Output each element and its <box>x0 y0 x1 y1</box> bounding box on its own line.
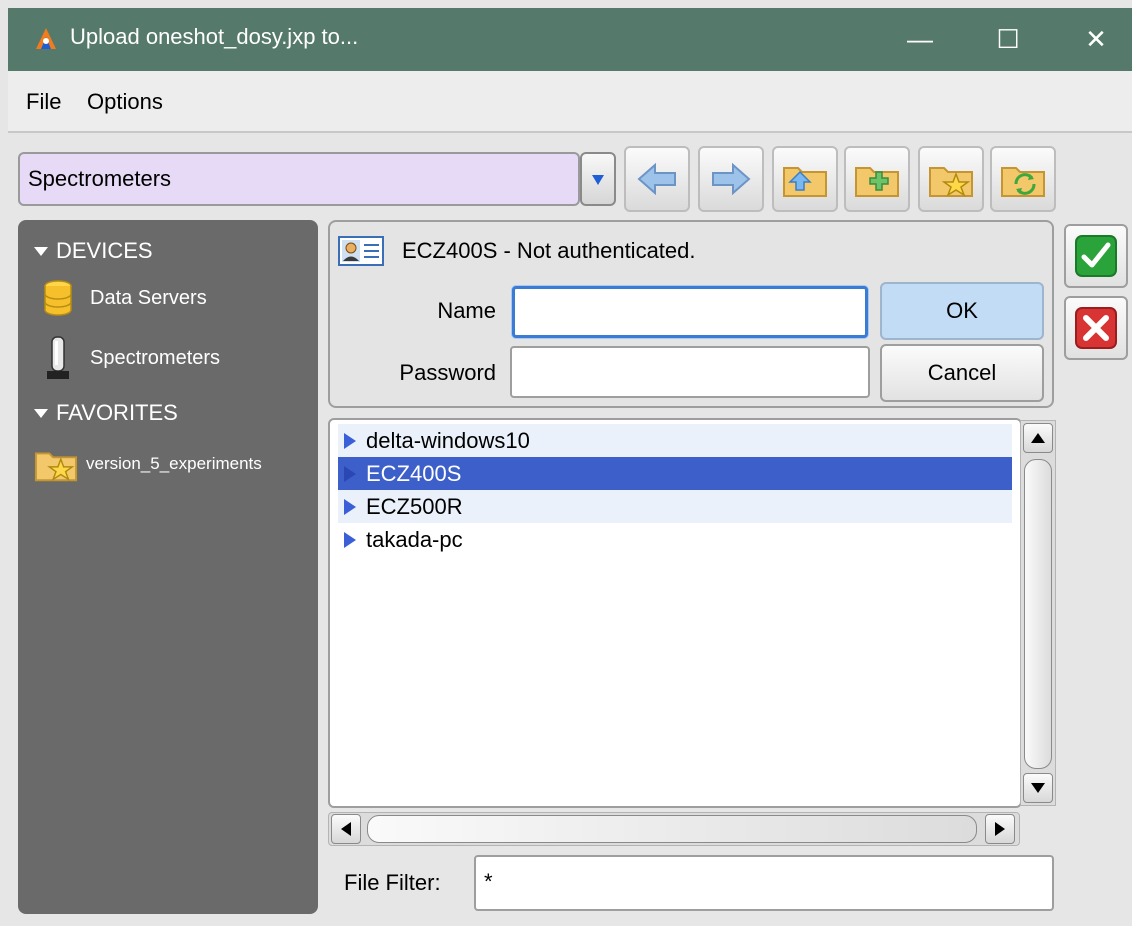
menu-bar: File Options <box>8 71 1132 133</box>
database-icon <box>40 278 76 318</box>
favorite-folder-icon <box>34 444 78 484</box>
title-bar: Upload oneshot_dosy.jxp to... — ☐ ✕ <box>8 8 1132 71</box>
expand-arrow-icon <box>344 531 356 548</box>
checkmark-icon <box>1075 235 1117 277</box>
password-label: Password <box>399 360 496 385</box>
menu-file[interactable]: File <box>26 89 61 115</box>
sidebar: DEVICES Data Servers Spectrometers FAVOR… <box>18 220 318 914</box>
ok-button[interactable]: OK <box>880 282 1044 340</box>
maximize-button[interactable]: ☐ <box>964 8 1052 71</box>
arrow-left-icon <box>341 822 351 836</box>
close-window-button[interactable]: ✕ <box>1052 8 1132 71</box>
arrow-up-icon <box>1031 433 1045 443</box>
expand-arrow-icon <box>344 465 356 482</box>
vertical-scrollbar[interactable] <box>1020 420 1056 806</box>
sidebar-header-devices[interactable]: DEVICES <box>34 238 153 264</box>
list-item[interactable]: ECZ500R <box>338 490 1012 523</box>
expand-arrow-icon <box>344 498 356 515</box>
file-filter-label: File Filter: <box>344 870 441 895</box>
close-icon: ✕ <box>1085 24 1107 54</box>
list-item[interactable]: takada-pc <box>338 523 1012 556</box>
cancel-button[interactable]: Cancel <box>880 344 1044 402</box>
scroll-up-button[interactable] <box>1023 423 1053 453</box>
auth-status-text: ECZ400S - Not authenticated. <box>402 238 696 263</box>
vertical-scroll-thumb[interactable] <box>1024 459 1052 769</box>
expand-arrow-icon <box>344 432 356 449</box>
arrow-right-icon <box>995 822 1005 836</box>
expand-triangle-icon <box>34 408 48 418</box>
folder-up-button[interactable] <box>772 146 838 212</box>
window-title: Upload oneshot_dosy.jxp to... <box>70 24 359 49</box>
name-label: Name <box>437 298 496 323</box>
back-arrow-icon <box>637 162 676 196</box>
location-dropdown-button[interactable] <box>580 152 616 206</box>
chevron-down-icon <box>592 175 604 185</box>
spectrometer-icon <box>40 336 76 379</box>
horizontal-scrollbar[interactable] <box>328 812 1020 846</box>
app-logo-icon <box>36 28 56 49</box>
sidebar-item-version-5-experiments[interactable]: version_5_experiments <box>34 444 262 484</box>
arrow-down-icon <box>1031 783 1045 793</box>
folder-up-icon <box>783 167 827 197</box>
minimize-icon: — <box>907 24 933 54</box>
file-list: delta-windows10 ECZ400S ECZ500R takada-p… <box>328 418 1022 808</box>
name-input[interactable] <box>512 286 868 338</box>
refresh-folder-icon <box>1001 167 1045 197</box>
list-item[interactable]: delta-windows10 <box>338 424 1012 457</box>
sidebar-header-favorites[interactable]: FAVORITES <box>34 400 178 426</box>
file-filter-input[interactable]: * <box>474 855 1054 911</box>
password-input[interactable] <box>510 346 870 398</box>
list-item-selected[interactable]: ECZ400S <box>338 457 1012 490</box>
minimize-button[interactable]: — <box>876 8 964 71</box>
menu-options[interactable]: Options <box>87 89 163 115</box>
scroll-down-button[interactable] <box>1023 773 1053 803</box>
maximize-icon: ☐ <box>996 24 1020 54</box>
location-value: Spectrometers <box>28 166 172 191</box>
favorite-folder-button[interactable] <box>918 146 984 212</box>
sidebar-item-spectrometers[interactable]: Spectrometers <box>40 336 220 379</box>
forward-arrow-icon <box>712 162 751 196</box>
forward-button[interactable] <box>698 146 764 212</box>
scroll-right-button[interactable] <box>985 814 1015 844</box>
sidebar-item-data-servers[interactable]: Data Servers <box>40 278 207 318</box>
confirm-button[interactable] <box>1064 224 1128 288</box>
close-icon <box>1075 307 1117 349</box>
horizontal-scroll-thumb[interactable] <box>367 815 977 843</box>
dismiss-button[interactable] <box>1064 296 1128 360</box>
location-combo[interactable]: Spectrometers <box>18 152 580 206</box>
user-card-icon <box>338 236 384 266</box>
new-folder-button[interactable] <box>844 146 910 212</box>
expand-triangle-icon <box>34 246 48 256</box>
back-button[interactable] <box>624 146 690 212</box>
favorite-folder-icon <box>929 167 973 197</box>
refresh-folder-button[interactable] <box>990 146 1056 212</box>
new-folder-icon <box>855 167 899 197</box>
scroll-left-button[interactable] <box>331 814 361 844</box>
